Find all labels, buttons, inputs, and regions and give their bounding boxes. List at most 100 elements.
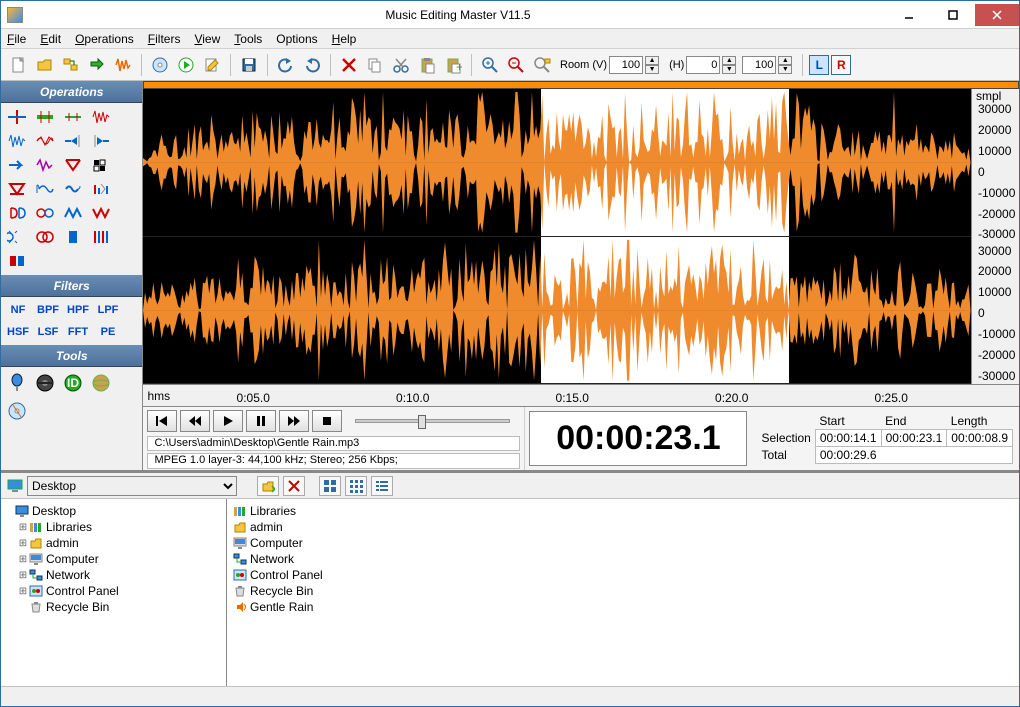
operation-icon-6[interactable] (61, 131, 85, 151)
operation-icon-16[interactable] (5, 203, 29, 223)
play-icon[interactable] (174, 53, 198, 77)
wave-track-right[interactable] (143, 237, 971, 385)
marker-bar[interactable] (143, 81, 1019, 89)
room-h1-spinner[interactable]: ▲▼ (722, 56, 736, 74)
view-large-icons-button[interactable] (319, 476, 341, 496)
cut-icon[interactable] (389, 53, 413, 77)
goto-start-button[interactable] (147, 410, 177, 432)
filter-lsf[interactable]: LSF (35, 323, 61, 341)
expand-icon[interactable]: ⊞ (17, 570, 29, 581)
view-list-button[interactable] (371, 476, 393, 496)
file-row[interactable]: Recycle Bin (233, 583, 1013, 599)
room-h2-spinner[interactable]: ▲▼ (778, 56, 792, 74)
file-row[interactable]: Control Panel (233, 567, 1013, 583)
operation-icon-9[interactable] (33, 155, 57, 175)
expand-icon[interactable]: ⊞ (17, 538, 29, 549)
wave-track-left[interactable] (143, 89, 971, 237)
undo-icon[interactable] (274, 53, 298, 77)
redo-icon[interactable] (300, 53, 324, 77)
operation-icon-0[interactable] (5, 107, 29, 127)
tree-item[interactable]: ⊞Control Panel (3, 583, 224, 599)
channel-right-button[interactable]: R (831, 55, 851, 75)
operation-icon-23[interactable] (89, 227, 113, 247)
menu-edit[interactable]: Edit (40, 32, 61, 46)
zoom-sel-icon[interactable] (530, 53, 554, 77)
operation-icon-2[interactable] (61, 107, 85, 127)
menu-filters[interactable]: Filters (148, 32, 181, 46)
file-row[interactable]: Computer (233, 535, 1013, 551)
tool-icon-3[interactable] (89, 371, 113, 395)
operation-icon-11[interactable] (89, 155, 113, 175)
menu-tools[interactable]: Tools (234, 32, 262, 46)
operation-icon-20[interactable] (5, 227, 29, 247)
menu-options[interactable]: Options (276, 32, 317, 46)
operation-icon-18[interactable] (61, 203, 85, 223)
tree-item[interactable]: Recycle Bin (3, 599, 224, 615)
zoom-out-icon[interactable] (504, 53, 528, 77)
expand-icon[interactable]: ⊞ (17, 554, 29, 565)
edit-icon[interactable] (200, 53, 224, 77)
expand-icon[interactable]: ⊞ (17, 522, 29, 533)
channel-left-button[interactable]: L (809, 55, 829, 75)
operation-icon-14[interactable] (61, 179, 85, 199)
operation-icon-21[interactable] (33, 227, 57, 247)
room-v-spinner[interactable]: ▲▼ (645, 56, 659, 74)
tree-item[interactable]: ⊞admin (3, 535, 224, 551)
browser-delete-button[interactable] (283, 476, 305, 496)
view-small-icons-button[interactable] (345, 476, 367, 496)
operation-icon-3[interactable] (89, 107, 113, 127)
timeline[interactable]: hms 0:05.00:10.00:15.00:20.00:25.0 (143, 384, 1019, 406)
operation-icon-17[interactable] (33, 203, 57, 223)
menu-file[interactable]: File (7, 32, 26, 46)
file-list[interactable]: LibrariesadminComputerNetworkControl Pan… (227, 499, 1019, 686)
delete-icon[interactable] (337, 53, 361, 77)
convert-icon[interactable] (85, 53, 109, 77)
filter-bpf[interactable]: BPF (35, 301, 61, 319)
wave-icon[interactable] (111, 53, 135, 77)
expand-icon[interactable]: ⊞ (17, 586, 29, 597)
operation-icon-19[interactable] (89, 203, 113, 223)
copy-icon[interactable] (363, 53, 387, 77)
folder-tree[interactable]: Desktop⊞Libraries⊞admin⊞Computer⊞Network… (1, 499, 227, 686)
filter-nf[interactable]: NF (5, 301, 31, 319)
room-h1-input[interactable] (686, 56, 720, 74)
menu-operations[interactable]: Operations (75, 32, 134, 46)
operation-icon-22[interactable] (61, 227, 85, 247)
tree-item[interactable]: Desktop (3, 503, 224, 519)
browser-open-button[interactable] (257, 476, 279, 496)
rewind-button[interactable] (180, 410, 210, 432)
operation-icon-4[interactable] (5, 131, 29, 151)
file-row[interactable]: Libraries (233, 503, 1013, 519)
close-button[interactable] (975, 4, 1019, 26)
play-button[interactable] (213, 410, 243, 432)
save-icon[interactable] (237, 53, 261, 77)
stop-button[interactable] (312, 410, 342, 432)
zoom-in-icon[interactable] (478, 53, 502, 77)
filter-fft[interactable]: FFT (65, 323, 91, 341)
filter-lpf[interactable]: LPF (95, 301, 121, 319)
file-row[interactable]: Network (233, 551, 1013, 567)
new-icon[interactable] (7, 53, 31, 77)
operation-icon-7[interactable] (89, 131, 113, 151)
tree-item[interactable]: ⊞Libraries (3, 519, 224, 535)
paste-new-icon[interactable]: + (441, 53, 465, 77)
operation-icon-8[interactable] (5, 155, 29, 175)
tree-item[interactable]: ⊞Computer (3, 551, 224, 567)
tree-item[interactable]: ⊞Network (3, 567, 224, 583)
tool-icon-0[interactable] (5, 371, 29, 395)
pause-button[interactable] (246, 410, 276, 432)
menu-view[interactable]: View (194, 32, 220, 46)
filter-pe[interactable]: PE (95, 323, 121, 341)
cd-icon[interactable] (148, 53, 172, 77)
operation-icon-24[interactable] (5, 251, 29, 271)
wave-tracks[interactable] (143, 89, 971, 384)
tool-icon-4[interactable] (5, 399, 29, 423)
file-row[interactable]: admin (233, 519, 1013, 535)
room-h2-input[interactable] (742, 56, 776, 74)
filter-hsf[interactable]: HSF (5, 323, 31, 341)
operation-icon-1[interactable] (33, 107, 57, 127)
paste-icon[interactable] (415, 53, 439, 77)
batch-icon[interactable] (59, 53, 83, 77)
operation-icon-15[interactable] (89, 179, 113, 199)
filter-hpf[interactable]: HPF (65, 301, 91, 319)
